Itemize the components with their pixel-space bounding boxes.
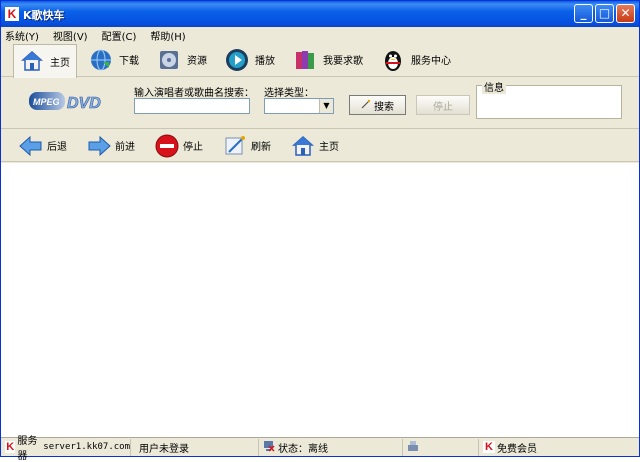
forward-button[interactable]: 前进 [87, 134, 135, 158]
mpeg-dvd-logo: MPEG DVD [29, 86, 111, 116]
tab-label: 下载 [119, 56, 139, 67]
back-arrow-icon [19, 134, 43, 158]
status-connection: 状态：离线 [259, 438, 403, 456]
tab-label: 主页 [50, 57, 70, 69]
app-window: K K歌快车 _ □ ✕ 系统(Y) 视图(V) 配置(C) 帮助(H) 主页 … [0, 0, 640, 462]
status-membership: K 免费会员 [479, 439, 639, 456]
forward-arrow-icon [87, 134, 111, 158]
home-button[interactable]: 主页 [291, 134, 339, 158]
tab-label: 资源 [187, 56, 207, 67]
home-icon [291, 134, 315, 158]
disc-resource-icon [157, 48, 181, 72]
type-select[interactable]: ▼ [264, 98, 334, 114]
close-button[interactable]: ✕ [616, 4, 635, 23]
minimize-button[interactable]: _ [574, 4, 593, 23]
menu-help[interactable]: 帮助(H) [150, 28, 185, 43]
svg-text:MPEG: MPEG [33, 97, 60, 107]
search-query-label: 输入演唱者或歌曲名搜索： [134, 88, 254, 99]
tab-label: 播放 [255, 56, 275, 67]
play-icon [225, 48, 249, 72]
tab-download[interactable]: 下载 [83, 44, 145, 76]
svg-text:DVD: DVD [67, 95, 101, 112]
window-controls: _ □ ✕ [574, 4, 635, 23]
tab-label: 我要求歌 [323, 56, 363, 67]
search-input[interactable] [134, 98, 250, 114]
app-logo-icon: K [483, 441, 495, 453]
network-icon [407, 440, 419, 455]
books-request-icon [293, 48, 317, 72]
tab-home[interactable]: 主页 [13, 43, 77, 78]
stop-button[interactable]: 停止 [155, 134, 203, 158]
type-select-label: 选择类型： [264, 88, 314, 99]
status-server: K 服务器 server1.kk07.com [1, 436, 131, 462]
tab-play[interactable]: 播放 [219, 44, 281, 76]
window-title: K歌快车 [23, 9, 65, 22]
app-logo-icon: K [5, 441, 16, 453]
wand-icon [361, 99, 371, 112]
app-logo-icon: K [5, 7, 19, 21]
refresh-button[interactable]: 刷新 [223, 134, 271, 158]
browser-nav-bar: 后退 前进 停止 刷新 主页 [1, 130, 639, 162]
main-tabs: 主页 下载 资源 播放 我要求歌 服务中心 [1, 43, 639, 78]
menu-bar: 系统(Y) 视图(V) 配置(C) 帮助(H) [1, 27, 639, 43]
menu-view[interactable]: 视图(V) [53, 28, 88, 43]
globe-download-icon [89, 48, 113, 72]
web-content-area[interactable] [1, 163, 639, 437]
refresh-icon [223, 134, 247, 158]
home-icon [20, 49, 44, 73]
tab-request-song[interactable]: 我要求歌 [287, 44, 369, 76]
maximize-button[interactable]: □ [595, 4, 614, 23]
tab-resources[interactable]: 资源 [151, 44, 213, 76]
stop-icon [155, 134, 179, 158]
qq-penguin-icon [381, 48, 405, 72]
menu-config[interactable]: 配置(C) [102, 28, 137, 43]
search-panel: MPEG DVD 输入演唱者或歌曲名搜索： 选择类型： ▼ 搜索 停止 信息 [1, 78, 639, 129]
status-network [403, 438, 479, 456]
status-bar: K 服务器 server1.kk07.com 用户未登录 状态：离线 K 免费会… [1, 436, 639, 462]
network-offline-icon [263, 440, 275, 455]
info-label: 信息 [482, 79, 506, 94]
search-button[interactable]: 搜索 [349, 95, 406, 115]
tab-label: 服务中心 [411, 56, 451, 67]
back-button[interactable]: 后退 [19, 134, 67, 158]
chevron-down-icon[interactable]: ▼ [319, 99, 333, 113]
stop-search-button[interactable]: 停止 [416, 95, 470, 115]
tab-service-center[interactable]: 服务中心 [375, 44, 457, 76]
menu-system[interactable]: 系统(Y) [5, 28, 39, 43]
status-user: 用户未登录 [131, 438, 259, 456]
title-bar[interactable]: K K歌快车 _ □ ✕ [1, 1, 639, 27]
